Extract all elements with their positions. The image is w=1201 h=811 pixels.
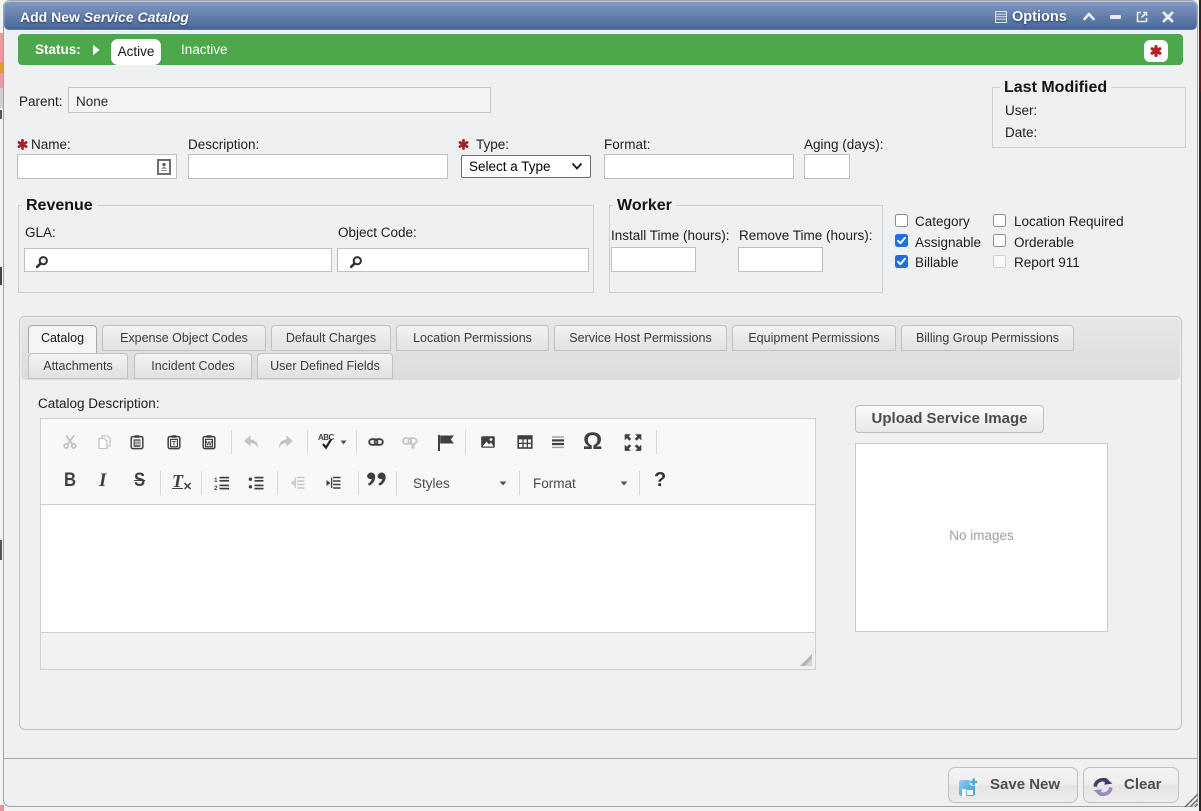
svg-text:2: 2	[214, 485, 218, 491]
svg-text:ABC: ABC	[318, 433, 335, 442]
svg-text:1: 1	[214, 477, 218, 484]
svg-text:T: T	[172, 440, 176, 447]
svg-text:W: W	[206, 441, 212, 447]
